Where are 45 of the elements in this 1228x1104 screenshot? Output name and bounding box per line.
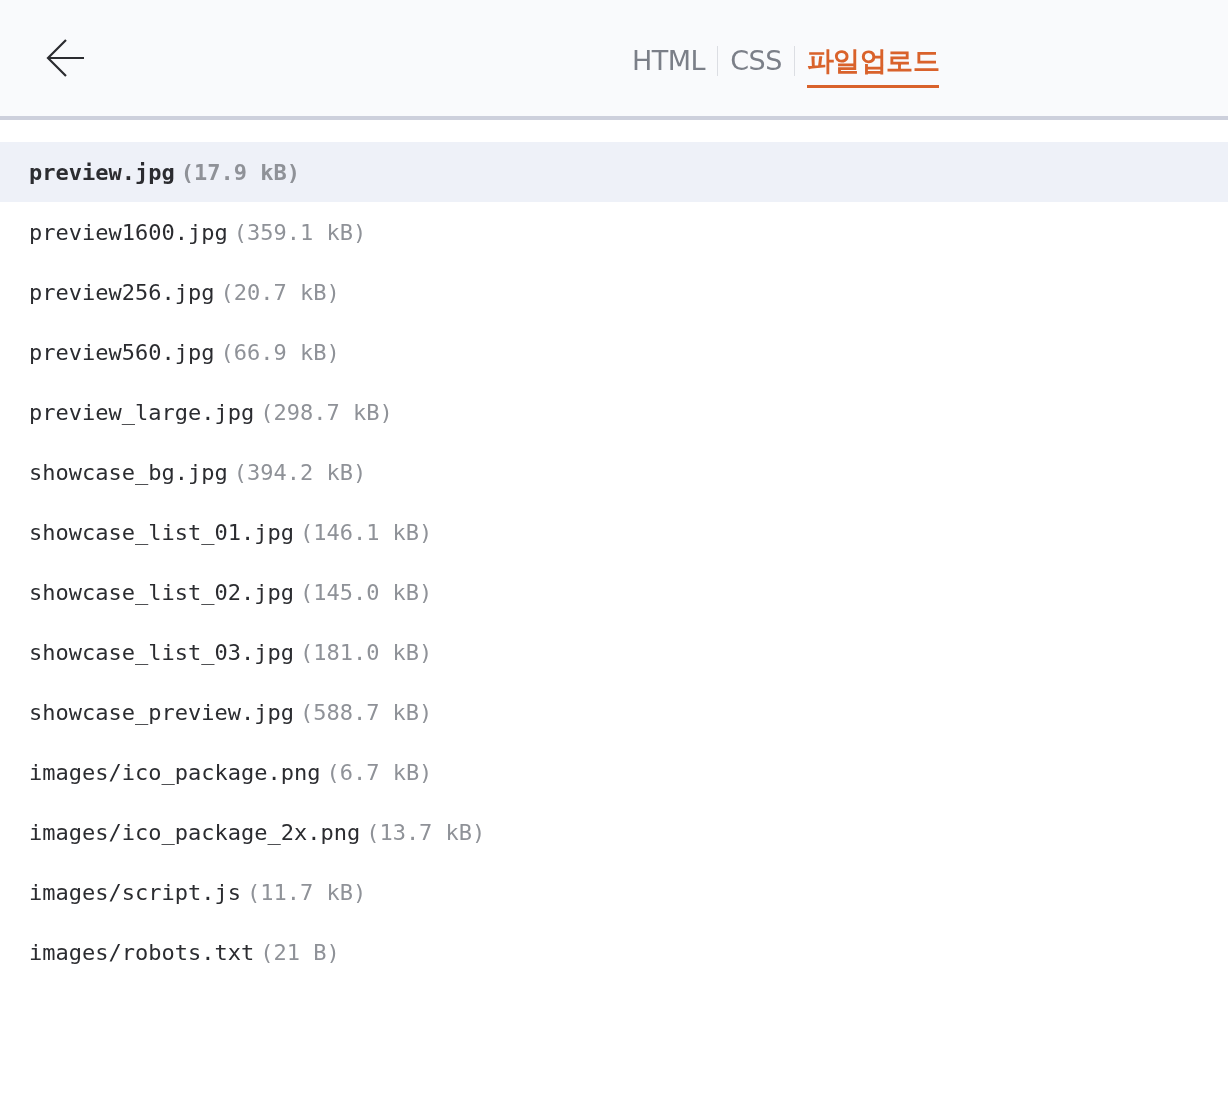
file-size: (13.7 kB) <box>366 819 486 845</box>
file-row[interactable]: preview.jpg (17.9 kB) <box>0 142 1228 202</box>
file-size: (17.9 kB) <box>180 159 300 185</box>
file-row[interactable]: images/ico_package.png (6.7 kB) <box>0 742 1228 802</box>
file-name: showcase_list_03.jpg <box>29 639 294 665</box>
file-name: images/ico_package.png <box>29 759 321 785</box>
file-size: (66.9 kB) <box>220 339 340 365</box>
file-row[interactable]: images/ico_package_2x.png (13.7 kB) <box>0 802 1228 862</box>
tab[interactable]: CSS <box>730 37 782 85</box>
file-name: preview560.jpg <box>29 339 215 365</box>
file-size: (394.2 kB) <box>233 459 367 485</box>
file-name: showcase_list_01.jpg <box>29 519 294 545</box>
file-row[interactable]: showcase_list_03.jpg (181.0 kB) <box>0 622 1228 682</box>
file-row[interactable]: preview1600.jpg (359.1 kB) <box>0 202 1228 262</box>
file-size: (11.7 kB) <box>246 879 367 905</box>
file-row[interactable]: images/script.js (11.7 kB) <box>0 862 1228 922</box>
file-name: preview256.jpg <box>29 279 215 305</box>
file-size: (181.0 kB) <box>299 639 433 665</box>
file-name: showcase_bg.jpg <box>29 459 228 485</box>
file-row[interactable]: showcase_bg.jpg (394.2 kB) <box>0 442 1228 502</box>
file-size: (588.7 kB) <box>299 699 433 725</box>
file-name: showcase_preview.jpg <box>29 699 294 725</box>
file-row[interactable]: preview560.jpg (66.9 kB) <box>0 322 1228 382</box>
file-name: showcase_list_02.jpg <box>29 579 294 605</box>
file-row[interactable]: showcase_preview.jpg (588.7 kB) <box>0 682 1228 742</box>
file-size: (359.1 kB) <box>233 219 367 245</box>
file-row[interactable]: preview256.jpg (20.7 kB) <box>0 262 1228 322</box>
file-name: images/script.js <box>29 879 241 905</box>
file-name: images/robots.txt <box>29 939 255 965</box>
file-size: (298.7 kB) <box>260 399 393 425</box>
file-name: preview.jpg <box>29 159 175 185</box>
file-row[interactable]: images/robots.txt (21 B) <box>0 922 1228 982</box>
file-row[interactable]: showcase_list_01.jpg (146.1 kB) <box>0 502 1228 562</box>
file-size: (146.1 kB) <box>299 519 433 545</box>
tab[interactable]: HTML <box>632 37 706 85</box>
file-row[interactable]: showcase_list_02.jpg (145.0 kB) <box>0 562 1228 622</box>
file-size: (20.7 kB) <box>220 279 340 305</box>
file-name: preview1600.jpg <box>29 219 228 245</box>
file-name: images/ico_package_2x.png <box>29 819 361 845</box>
file-size: (21 B) <box>260 939 340 965</box>
file-row[interactable]: preview_large.jpg (298.7 kB) <box>0 382 1228 442</box>
tab[interactable]: 파일업로드 <box>806 34 940 88</box>
file-name: preview_large.jpg <box>29 399 255 425</box>
file-size: (145.0 kB) <box>299 579 433 605</box>
file-size: (6.7 kB) <box>326 759 433 785</box>
